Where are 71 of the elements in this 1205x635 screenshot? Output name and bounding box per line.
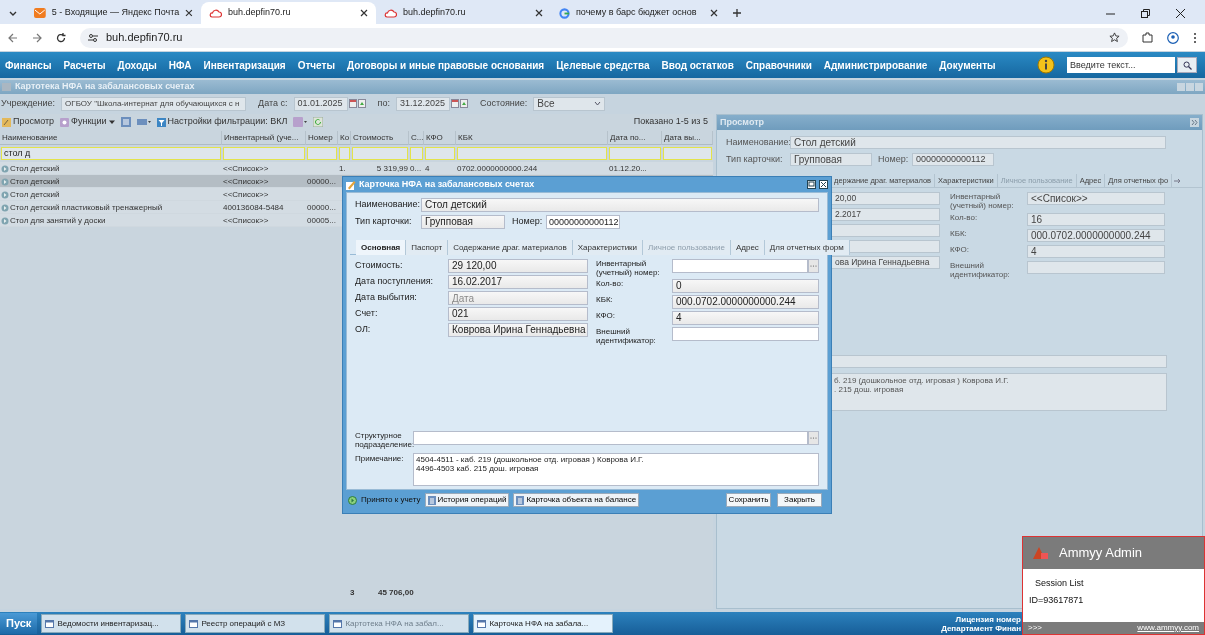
filter-label: Состояние: (479, 96, 528, 110)
value-field: 000.0702.0000000000.244 (1027, 229, 1165, 242)
filter-label: по: (377, 96, 390, 110)
value-field: 2.2017 (831, 208, 940, 221)
field-label: КФО: (596, 311, 616, 320)
table-cell: Стол для занятий у доски (10, 214, 106, 227)
field-label: Кол-во: (596, 279, 625, 288)
table-cell: 00005... (307, 214, 336, 227)
table-cell: 00000... (307, 201, 336, 214)
dialog-title: Карточка НФА на забалансовых счетах (359, 177, 535, 191)
table-cell: <<Список>> (223, 188, 269, 201)
field-label: КФО: (950, 245, 970, 254)
field-label: Номер: (512, 215, 544, 229)
value-field: 4 (1027, 245, 1165, 258)
field-label: Примечание: (355, 453, 405, 465)
section-title: Картотека НФА на забалансовых счетах (15, 80, 195, 94)
table-cell: <<Список>> (223, 162, 269, 175)
filter-label: Учреждение: (1, 96, 56, 110)
table-cell: Стол детский пластиковый тренажерный (10, 201, 163, 214)
field-label: Наименование: (355, 198, 421, 212)
field-label: Номер: (878, 152, 910, 166)
table-cell: 0... (410, 162, 422, 175)
paging-info: Показано 1-5 из 5 (633, 115, 708, 129)
license-text: Департамент Финан (941, 623, 1021, 633)
table-cell: 01.12.20... (609, 162, 647, 175)
note-line: 4496-4503 каб. 215 дош. игровая (416, 464, 540, 473)
table-cell: 4 (425, 162, 430, 175)
field-label: Дата поступления: (355, 275, 435, 289)
table-cell: 0702.0000000000.244 (457, 162, 538, 175)
field-label: Инвентарный (учетный) номер: (596, 259, 661, 277)
status-text: Принято к учету (361, 494, 421, 506)
field-label: Структурное подразделение: (355, 431, 413, 449)
value-field: 20,00 (831, 192, 940, 205)
table-cell: Стол детский (10, 188, 60, 201)
count-cell-text: 3 (350, 587, 356, 599)
number-field: 00000000000112 (912, 152, 994, 166)
name-field: Стол детский (790, 136, 1166, 150)
note-line: 4504-4511 - каб. 219 (дошкольное отд. игровая ) Коврова И.Г. (416, 455, 645, 464)
note-line: б. 219 (дошкольное отд. игровая ) Коврова И.Г. (834, 376, 1010, 385)
table-cell: 5 319,99 (376, 162, 408, 175)
license-text: Лицензия номер (955, 614, 1021, 624)
table-cell: 00000... (307, 175, 336, 188)
field-label: Счет: (355, 307, 379, 321)
card-type-field: Групповая (790, 152, 872, 166)
filter-label: Дата с: (258, 96, 288, 110)
field-label: КБК: (596, 295, 614, 304)
table-cell: Стол детский (10, 175, 60, 188)
table-cell: <<Список>> (223, 175, 269, 188)
table-cell: Стол детский (10, 162, 60, 175)
field-label: Кол-во: (950, 213, 979, 222)
app-title: Ammyy Admin (1059, 544, 1143, 563)
note-line: . 215 дош. игровая (834, 385, 905, 394)
value-field: <<Список>> (1027, 192, 1165, 205)
field-label: Дата выбытия: (355, 291, 418, 305)
field-label: Внешний идентификатор: (950, 261, 1011, 279)
field-label: Инвентарный (учетный) номер: (950, 192, 1015, 210)
field-label: Стоимость: (355, 259, 404, 273)
value-field: ова Ирина Геннадьевна (831, 256, 940, 269)
field-label: Наименование: (726, 136, 790, 149)
table-cell: 1. (339, 162, 346, 175)
field-label: КБК: (950, 229, 968, 238)
total-cell: 45 706,00 (378, 587, 414, 599)
table-cell: 400136084-5484 (223, 201, 284, 214)
field-label: Тип карточки: (726, 152, 784, 166)
session-id: ID=93617871 (1029, 593, 1085, 607)
field-label: Тип карточки: (355, 215, 413, 229)
panel-title: Просмотр (720, 115, 765, 129)
value-field: 16 (1027, 213, 1165, 226)
table-cell: <<Список>> (223, 214, 269, 227)
field-label: Внешний идентификатор: (596, 327, 657, 345)
field-label: ОЛ: (355, 323, 372, 337)
